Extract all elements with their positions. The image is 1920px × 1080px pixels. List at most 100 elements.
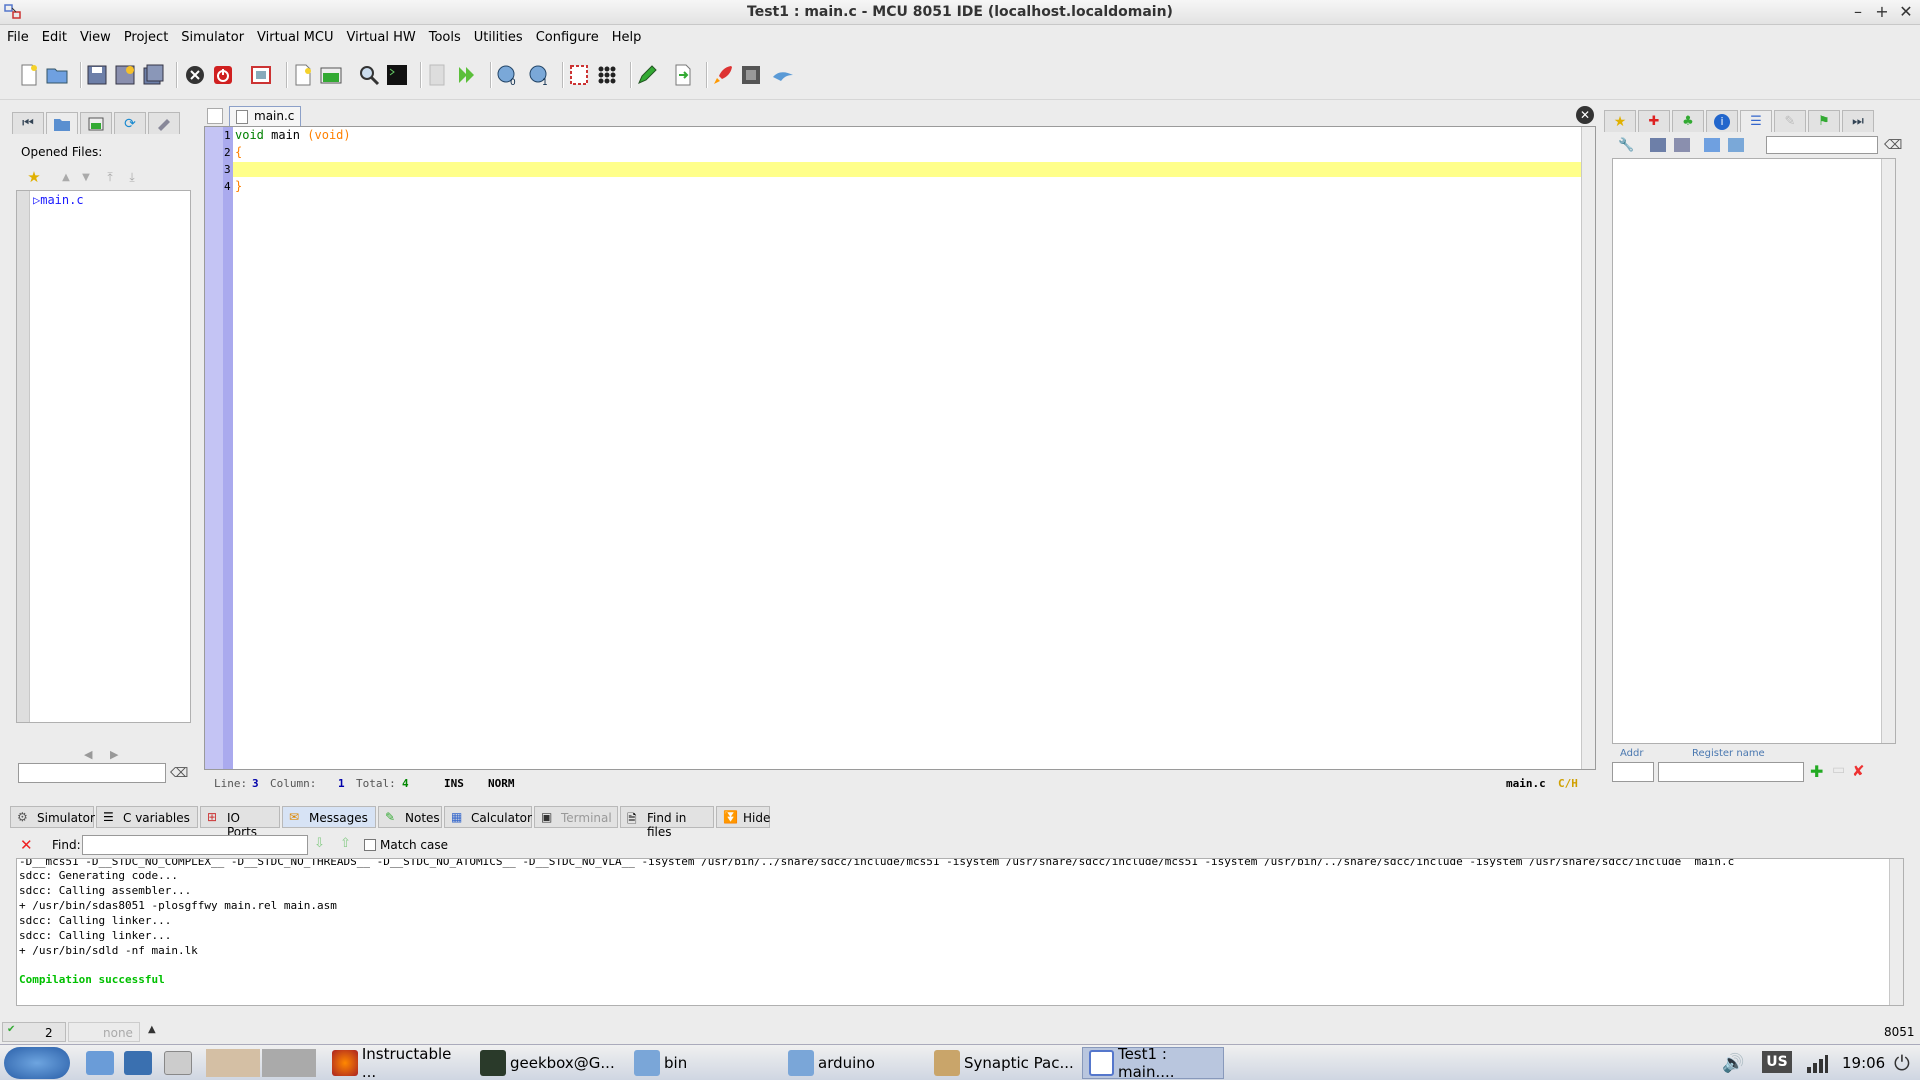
opened-files-tab[interactable] [46,112,78,134]
bookmark-star-icon[interactable]: ★ [24,168,44,186]
spellcheck-button[interactable]: ✔ 2 [2,1022,66,1042]
wrench-icon[interactable]: 🔧 [1618,138,1634,153]
menu-virtual-mcu[interactable]: Virtual MCU [250,26,339,45]
edit-watch-icon[interactable]: ▭ [1832,762,1845,778]
open-watches-icon[interactable] [1704,138,1720,152]
file-filter-input[interactable] [18,763,166,783]
save-all-icon[interactable] [140,62,166,88]
menu-edit[interactable]: Edit [35,26,73,45]
filesystem-tab[interactable] [148,112,180,134]
open-file-icon[interactable] [44,62,70,88]
maximize-icon[interactable]: + [1872,2,1892,22]
messages-output[interactable]: -D__mcs51 -D__STDC_NO_COMPLEX__ -D__STDC… [16,858,1904,1006]
task-terminal[interactable]: geekbox@G... [474,1047,624,1079]
menu-utilities[interactable]: Utilities [467,26,529,45]
symbols-tab[interactable]: ♣ [1672,110,1704,132]
tab-simulator[interactable]: ⚙ Simulator [10,806,95,828]
move-bottom-icon[interactable]: ⤓ [122,168,142,186]
compile-icon[interactable] [454,62,480,88]
move-down-icon[interactable]: ▼ [76,168,96,186]
move-up-icon[interactable]: ▲ [56,168,76,186]
network-signal-icon[interactable] [1806,1053,1828,1073]
start-menu-icon[interactable] [4,1047,70,1079]
bookmarks-tab[interactable]: ★ [1604,110,1636,132]
save-watches-icon[interactable] [1650,138,1666,152]
tab-find-in-files[interactable]: 🗎 Find in files [620,806,714,839]
hardware-icon[interactable] [738,62,764,88]
show-desktop-icon[interactable] [164,1051,192,1075]
desktop-1-pager[interactable] [206,1049,260,1077]
expand-up-icon[interactable]: ▲ [148,1024,156,1035]
led-display-icon[interactable] [566,62,592,88]
menu-project[interactable]: Project [117,26,174,45]
bird-icon[interactable] [770,62,796,88]
tab-terminal[interactable]: ▣ Terminal [534,806,618,828]
insert-mode[interactable]: INS [444,777,464,790]
zoom-search-icon[interactable] [356,62,382,88]
find-input[interactable] [82,835,308,855]
menu-configure[interactable]: Configure [529,26,605,45]
clear-messages-icon[interactable]: ✕ [20,836,33,854]
new-file-icon[interactable] [16,62,42,88]
scroll-left-icon[interactable]: ◀ [84,748,92,761]
new-tab-icon[interactable] [207,108,223,124]
export-icon[interactable] [670,62,696,88]
terminal-icon[interactable] [384,62,410,88]
register-watches-list[interactable] [1612,158,1896,744]
left-panel-collapse-tab[interactable]: ⏮ [12,112,44,134]
register-name-input[interactable] [1658,762,1804,782]
tab-main-c[interactable]: main.c [229,106,301,126]
code-editor[interactable]: 1 2 3 4 void main (void) { } [204,126,1596,770]
bookmark-margin[interactable] [205,127,223,769]
tab-hide[interactable]: ⏬ Hide [716,806,770,828]
clear-filter-icon[interactable]: ⌫ [170,766,188,781]
remove-watch-icon[interactable]: ✘ [1852,762,1865,780]
task-arduino-folder[interactable]: arduino [782,1047,932,1079]
right-panel-collapse-tab[interactable]: ⏭ [1842,110,1874,132]
new-project-icon[interactable] [290,62,316,88]
exit-icon[interactable] [210,62,236,88]
simulator-start-icon[interactable]: 0 [494,62,520,88]
watch-filter-input[interactable] [1766,136,1878,154]
tab-io-ports[interactable]: ⊞ IO Ports [200,806,280,839]
find-next-icon[interactable]: ⇩ [314,836,325,851]
desktop-2-pager[interactable] [262,1049,316,1077]
info-tab[interactable]: i [1706,110,1738,132]
find-prev-icon[interactable]: ⇧ [340,836,351,851]
move-top-icon[interactable]: ⤒ [100,168,120,186]
add-watch-icon[interactable]: ✚ [1810,762,1823,781]
close-icon[interactable]: ✕ [1896,2,1916,22]
breakpoints-tab[interactable]: ✚ [1638,110,1670,132]
open-project-icon[interactable] [318,62,344,88]
watches-scrollbar[interactable] [1881,159,1895,743]
match-case-checkbox[interactable] [364,839,376,851]
menu-simulator[interactable]: Simulator [174,26,250,45]
flag-tab[interactable]: ⚑ [1808,110,1840,132]
tab-calculator[interactable]: ▦ Calculator [444,806,532,828]
simulator-step-icon[interactable]: 1 [526,62,552,88]
task-synaptic[interactable]: Synaptic Pac... [928,1047,1078,1079]
save-icon[interactable] [84,62,110,88]
tab-c-variables[interactable]: ☰ C variables [96,806,198,828]
project-files-tab[interactable] [80,112,112,134]
disabled-list-icon[interactable] [424,62,450,88]
refresh-tab[interactable]: ⟳ [114,112,146,134]
load-watches-icon[interactable] [1728,138,1744,152]
keyboard-layout[interactable]: US [1762,1051,1792,1073]
save-as-icon[interactable] [112,62,138,88]
menu-view[interactable]: View [73,26,117,45]
editor-scrollbar[interactable] [1581,127,1595,769]
fullscreen-icon[interactable] [248,62,274,88]
edit-mode[interactable]: NORM [488,777,515,790]
close-editor-icon[interactable]: ✕ [1576,106,1594,124]
matrix-keypad-icon[interactable] [594,62,620,88]
notes-tab[interactable]: ✎ [1774,110,1806,132]
file-manager-icon[interactable] [86,1051,114,1075]
task-firefox[interactable]: Instructable ... [326,1045,470,1080]
minimize-icon[interactable]: – [1848,2,1868,22]
pencil-icon[interactable] [634,62,660,88]
menu-help[interactable]: Help [605,26,648,45]
list-item[interactable]: ▷main.c [33,193,84,207]
volume-icon[interactable]: 🔊 [1722,1053,1744,1074]
menu-tools[interactable]: Tools [422,26,467,45]
